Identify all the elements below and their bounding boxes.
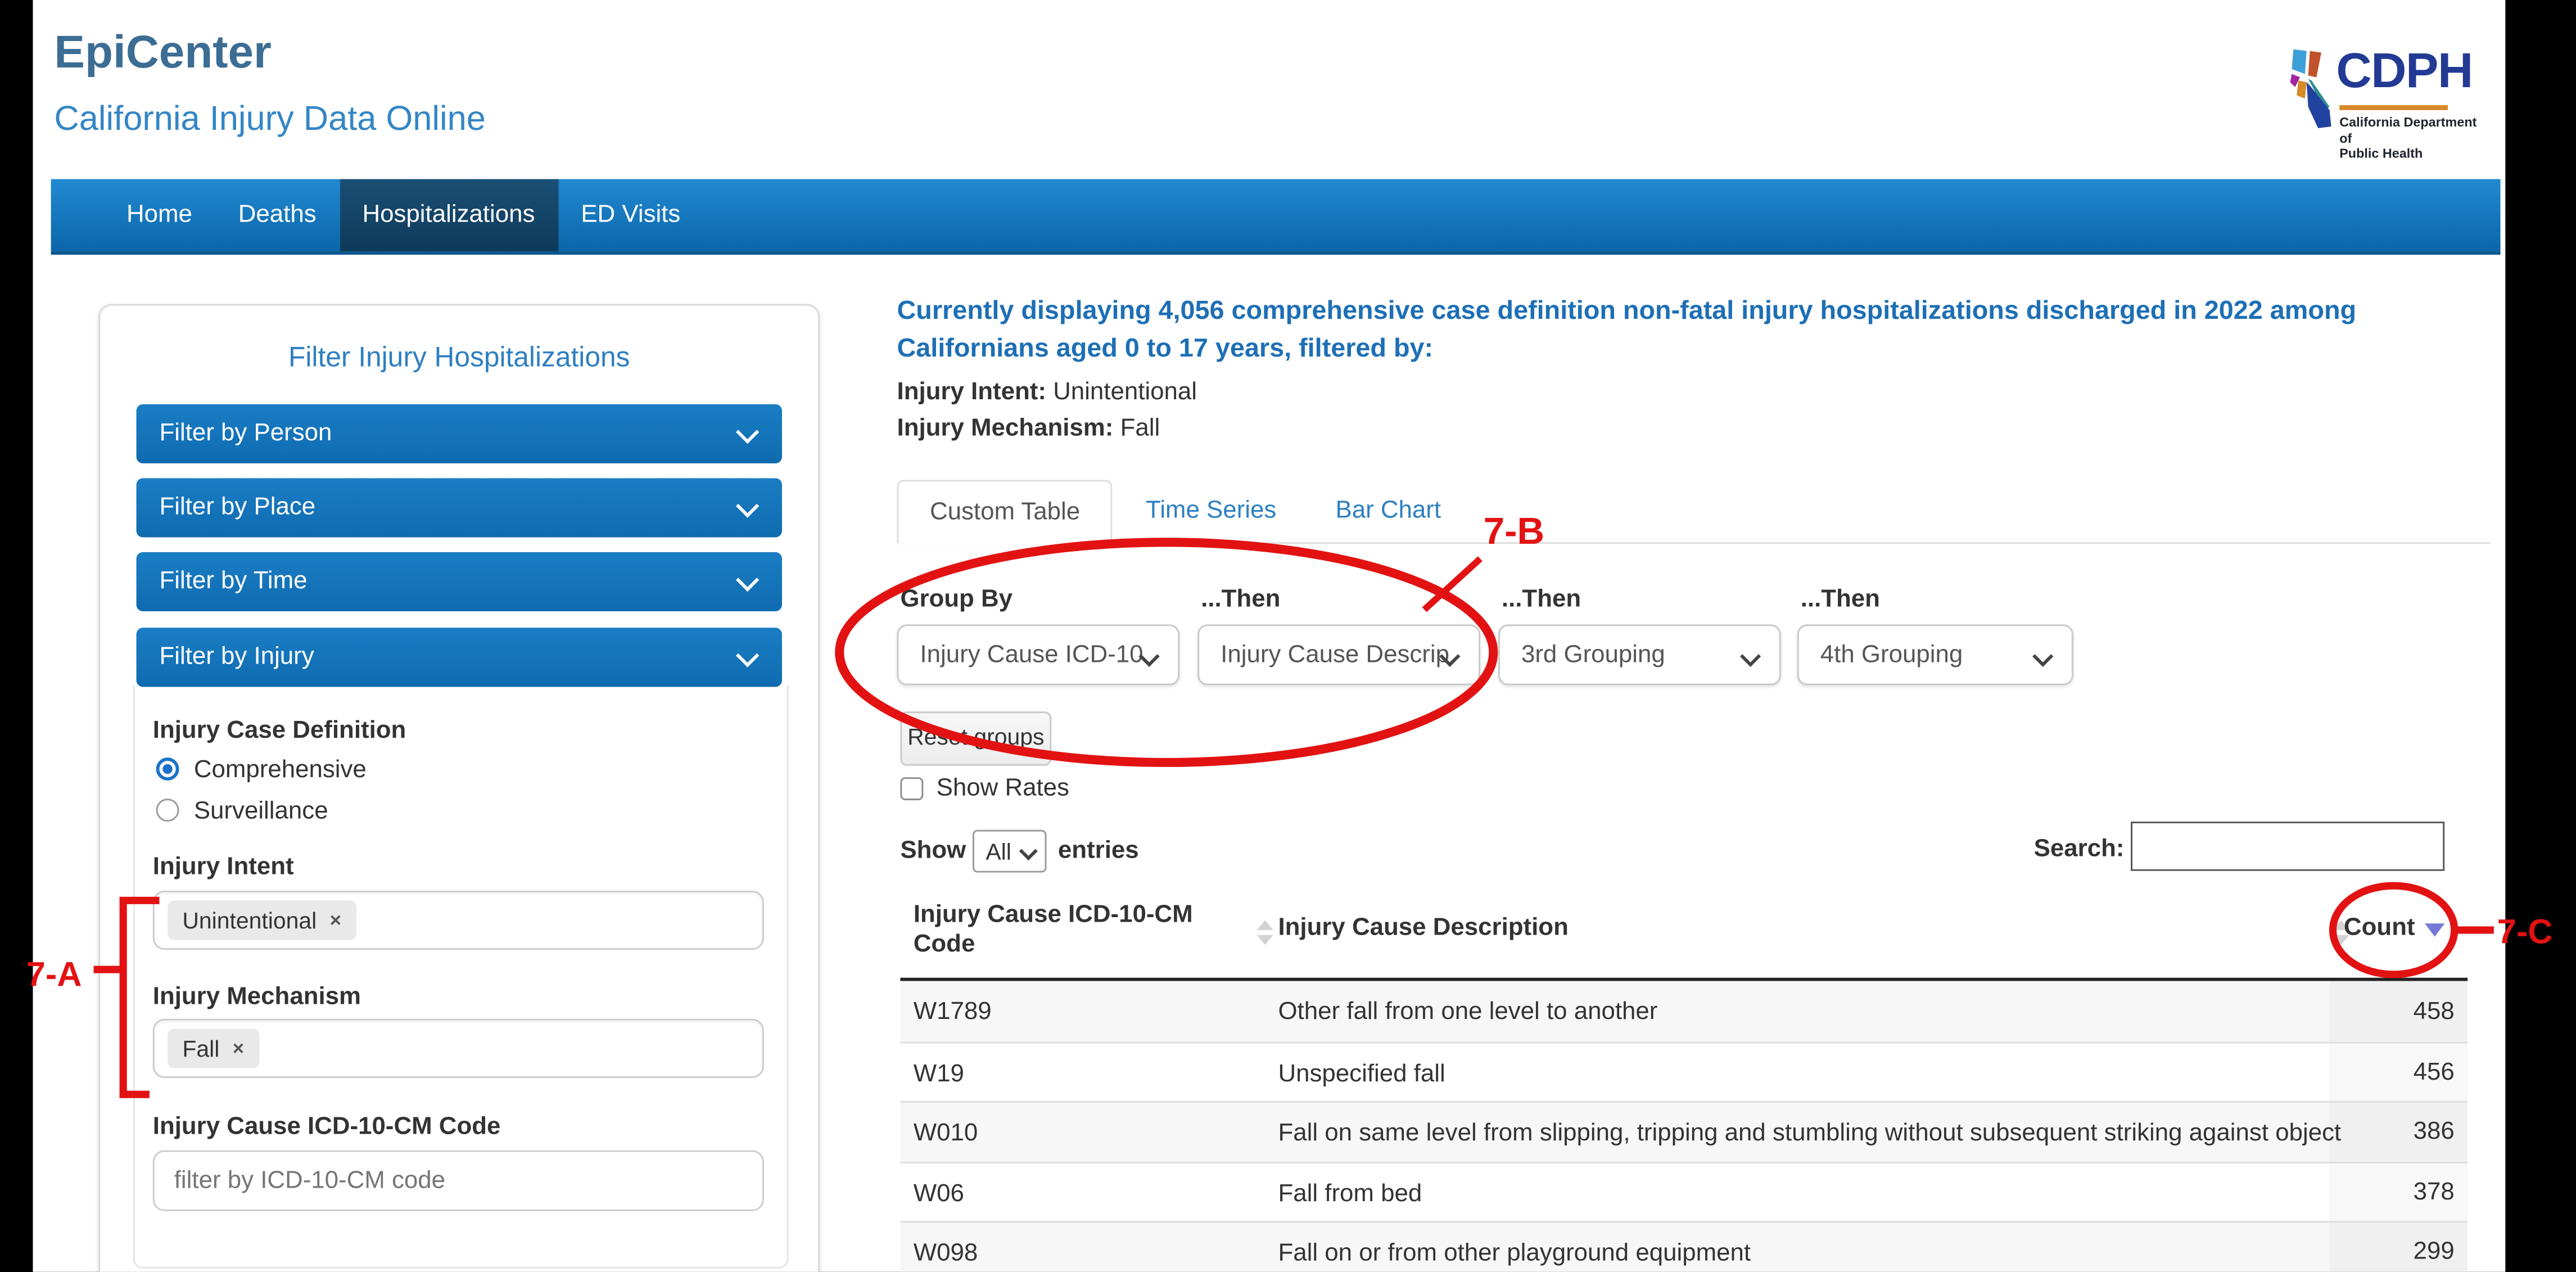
radio-surveillance[interactable]	[156, 799, 179, 822]
group-by-select-1[interactable]: Injury Cause ICD-10	[897, 624, 1180, 685]
injury-intent-input[interactable]: Unintentional ×	[152, 890, 764, 950]
tab-bar-chart[interactable]: Bar Chart	[1309, 480, 1467, 542]
injury-mechanism-input[interactable]: Fall ×	[152, 1018, 764, 1078]
search-input[interactable]	[2131, 822, 2445, 871]
table-row: W06 Fall from bed 378	[900, 1161, 2468, 1221]
accordion-filter-by-place[interactable]: Filter by Place	[136, 478, 782, 538]
column-header-icd-code[interactable]: Injury Cause ICD-10-CM Code	[914, 900, 1242, 959]
group-by-select-2[interactable]: Injury Cause Descrip	[1197, 624, 1480, 685]
table-row: W19 Unspecified fall 456	[900, 1041, 2468, 1101]
injury-intent-label: Injury Intent	[152, 852, 294, 881]
group-by-select-3[interactable]: 3rd Grouping	[1498, 624, 1781, 685]
then-label-4: ...Then	[1800, 585, 1880, 613]
tab-time-series[interactable]: Time Series	[1119, 480, 1303, 542]
injury-cause-code-label: Injury Cause ICD-10-CM Code	[152, 1112, 501, 1140]
nav-item-hospitalizations[interactable]: Hospitalizations	[339, 179, 558, 252]
chevron-down-icon	[735, 494, 760, 518]
radio-label: Comprehensive	[193, 755, 367, 783]
icd-code-filter-input[interactable]	[152, 1150, 764, 1211]
then-label-3: ...Then	[1501, 585, 1581, 613]
cdph-acronym: CDPH	[2336, 44, 2473, 99]
reset-groups-button[interactable]: Reset groups	[900, 711, 1052, 766]
accordion-filter-by-time[interactable]: Filter by Time	[136, 552, 782, 612]
nav-item-ed-visits[interactable]: ED Visits	[558, 179, 703, 252]
applied-filter-intent: Injury Intent: Unintentional	[897, 378, 1197, 406]
cdph-org-name: California Department of Public Health	[2339, 115, 2477, 161]
case-definition-label: Injury Case Definition	[152, 716, 406, 745]
chevron-down-icon	[735, 644, 760, 667]
column-header-count[interactable]: Count	[2344, 914, 2445, 941]
view-tabs: Custom Table Time Series Bar Chart	[897, 480, 2491, 544]
column-header-description[interactable]: Injury Cause Description	[1278, 914, 1568, 942]
results-table: Injury Cause ICD-10-CM Code Injury Cause…	[900, 896, 2468, 1272]
sidebar-title: Filter Injury Hospitalizations	[288, 341, 630, 373]
screenshot-stage: EpiCenter California Injury Data Online …	[0, 0, 2576, 1272]
filter-sidebar: Filter Injury Hospitalizations Filter by…	[98, 304, 820, 1272]
page-length-select[interactable]: All	[972, 829, 1047, 873]
nav-item-home[interactable]: Home	[103, 179, 215, 252]
annotation-label-7c: 7-C	[2497, 912, 2553, 951]
chevron-down-icon	[1019, 842, 1038, 861]
group-by-select-4[interactable]: 4th Grouping	[1797, 624, 2073, 685]
group-by-label: Group By	[900, 585, 1013, 613]
table-row: W098 Fall on or from other playground eq…	[900, 1221, 2468, 1272]
remove-tag-icon[interactable]: ×	[233, 1037, 245, 1060]
table-header-row: Injury Cause ICD-10-CM Code Injury Cause…	[900, 896, 2468, 981]
results-summary: Currently displaying 4,056 comprehensive…	[897, 297, 2357, 363]
app-page: EpiCenter California Injury Data Online …	[33, 0, 2506, 1272]
cdph-orange-rule	[2339, 105, 2448, 110]
app-subtitle: California Injury Data Online	[54, 100, 486, 138]
entries-suffix: entries	[1057, 836, 1139, 865]
entries-prefix: Show	[900, 836, 966, 865]
tab-custom-table[interactable]: Custom Table	[897, 480, 1113, 544]
sort-icon[interactable]	[1257, 920, 1273, 945]
applied-filter-mechanism: Injury Mechanism: Fall	[897, 414, 1160, 443]
main-navbar: Home Deaths Hospitalizations ED Visits	[51, 179, 2501, 255]
chevron-down-icon	[2032, 646, 2054, 667]
table-row: W1789 Other fall from one level to anoth…	[900, 981, 2468, 1041]
show-rates-checkbox[interactable]	[900, 777, 924, 801]
radio-row-comprehensive: Comprehensive	[156, 755, 367, 783]
app-title: EpiCenter	[54, 26, 272, 78]
injury-mechanism-label: Injury Mechanism	[152, 982, 361, 1011]
chevron-down-icon	[1739, 646, 1761, 667]
tag-unintentional: Unintentional ×	[168, 900, 356, 940]
cdph-logo: CDPH California Department of Public Hea…	[2234, 30, 2480, 165]
california-state-icon	[2290, 49, 2331, 128]
radio-comprehensive[interactable]	[156, 757, 179, 781]
then-label-2: ...Then	[1201, 585, 1281, 613]
radio-label: Surveillance	[193, 796, 328, 824]
tag-fall: Fall ×	[168, 1029, 259, 1068]
chevron-down-icon	[735, 420, 760, 444]
accordion-filter-by-person[interactable]: Filter by Person	[136, 404, 782, 464]
accordion-filter-by-injury[interactable]: Filter by Injury	[136, 628, 782, 687]
show-rates-label: Show Rates	[936, 774, 1069, 802]
remove-tag-icon[interactable]: ×	[330, 909, 342, 932]
search-label: Search:	[2033, 835, 2125, 863]
radio-row-surveillance: Surveillance	[156, 796, 328, 824]
chevron-down-icon	[735, 568, 760, 592]
sort-desc-icon	[2425, 923, 2445, 937]
table-row: W010 Fall on same level from slipping, t…	[900, 1100, 2468, 1161]
nav-item-deaths[interactable]: Deaths	[215, 179, 340, 252]
